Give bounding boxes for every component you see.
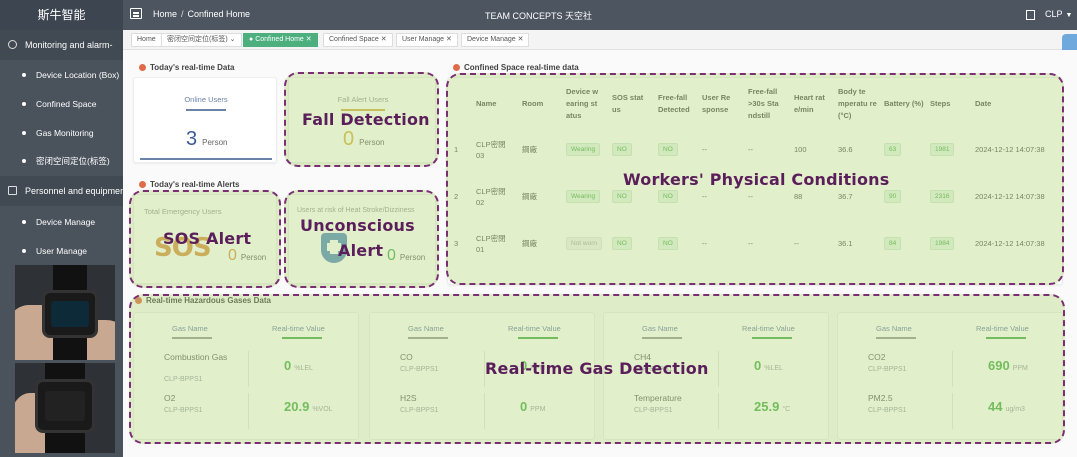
- tab-label: Device Manage: [467, 36, 516, 43]
- bullet-icon: [22, 220, 26, 224]
- tab-confined-space[interactable]: Confined Space ✕: [323, 33, 393, 47]
- document-icon[interactable]: [1026, 10, 1035, 20]
- sidebar-item-label: Confined Space: [36, 99, 97, 109]
- sidebar-group-label: Personnel and equipment: [25, 186, 123, 196]
- section-bullet-icon: [139, 64, 146, 71]
- annotation-workers-conditions: Workers' Physical Conditions: [623, 170, 890, 189]
- section-title-realtime-data: Today's real-time Data: [139, 63, 234, 72]
- sidebar-item-label: Device Manage: [36, 217, 96, 227]
- watch-photo-1: [15, 265, 115, 360]
- user-name: CLP: [1045, 9, 1063, 19]
- layers-icon: [8, 186, 17, 195]
- bullet-icon: [22, 131, 26, 135]
- online-users-card[interactable]: Online Users 3 Person: [133, 77, 277, 163]
- tab-device-manage[interactable]: Device Manage ✕: [461, 33, 530, 47]
- sidebar-item-confined-locating[interactable]: 密闭空间定位(标签): [0, 148, 123, 174]
- section-title-text: Today's real-time Data: [150, 63, 235, 72]
- section-title-text: Confined Space real-time data: [464, 63, 579, 72]
- watch-screen: [51, 301, 89, 327]
- close-icon[interactable]: ✕: [306, 36, 312, 43]
- watch-body: [35, 379, 95, 433]
- sidebar-item-label: Gas Monitoring: [36, 128, 94, 138]
- tab-label: User Manage: [402, 36, 445, 43]
- section-bullet-icon: [453, 64, 460, 71]
- section-bullet-icon: [139, 181, 146, 188]
- tabs-bar: Home 密闭空间定位(标签) ⌄ ● Confined Home ✕ Conf…: [123, 30, 1077, 50]
- online-users-label: Online Users: [184, 95, 228, 104]
- tab-home[interactable]: Home: [131, 33, 162, 47]
- bullet-icon: [22, 159, 26, 163]
- online-users-value: 3: [186, 128, 198, 150]
- sidebar-item-label: Device Location (Box): [36, 70, 120, 80]
- chevron-down-icon: ▼: [1065, 12, 1073, 19]
- sidebar-item-gas-monitoring[interactable]: Gas Monitoring: [0, 120, 123, 146]
- section-title-confined-table: Confined Space real-time data: [453, 63, 579, 72]
- sidebar-group-label: Monitoring and alarm-: [25, 40, 113, 50]
- annotation-fall-detection: Fall Detection: [302, 110, 430, 129]
- bullet-icon: [22, 102, 26, 106]
- tab-user-manage[interactable]: User Manage ✕: [396, 33, 458, 47]
- highlight-unconscious-alert: [284, 190, 439, 288]
- sidebar-item-device-manage[interactable]: Device Manage: [0, 209, 123, 235]
- sidebar-group-personnel[interactable]: Personnel and equipment: [0, 176, 123, 206]
- sidebar-item-confined-space[interactable]: Confined Space: [0, 91, 123, 117]
- app-root: 斯牛智能 Home / Confined Home TEAM CONCEPTS 天空…: [0, 0, 1077, 457]
- bullet-icon: [22, 249, 26, 253]
- section-title-alerts: Today's real-time Alerts: [139, 180, 240, 189]
- sidebar: Monitoring and alarm- Device Location (B…: [0, 30, 123, 457]
- sidebar-group-monitoring[interactable]: Monitoring and alarm-: [0, 30, 123, 60]
- shield-icon: [8, 40, 17, 49]
- sidebar-item-label: 密闭空间定位(标签): [36, 156, 110, 166]
- page-title: TEAM CONCEPTS 天空社: [484, 11, 592, 21]
- bullet-icon: [22, 73, 26, 77]
- annotation-unconscious-line2: Alert: [338, 241, 384, 260]
- online-users-unit: Person: [202, 138, 228, 147]
- annotation-sos-alert: SOS Alert: [163, 229, 252, 248]
- watch-photo-2: [15, 363, 115, 453]
- sidebar-item-label: User Manage: [36, 246, 88, 256]
- tab-label: Confined Space: [329, 36, 379, 43]
- tab-label: 密闭空间定位(标签): [167, 36, 228, 43]
- watch-body: [42, 290, 98, 338]
- tab-confined-home[interactable]: ● Confined Home ✕: [243, 33, 318, 47]
- user-menu[interactable]: CLP ▼: [1045, 9, 1072, 19]
- tab-label: Confined Home: [255, 36, 304, 43]
- close-icon[interactable]: ✕: [446, 36, 452, 43]
- top-bar: 斯牛智能 Home / Confined Home TEAM CONCEPTS 天空…: [0, 0, 1077, 30]
- close-icon[interactable]: ✕: [518, 36, 524, 43]
- tab-confined-locating[interactable]: 密闭空间定位(标签) ⌄: [161, 33, 242, 47]
- sidebar-item-user-manage[interactable]: User Manage: [0, 238, 123, 264]
- online-users-bottom-bar: [140, 158, 272, 160]
- annotation-unconscious-line1: Unconscious: [300, 216, 415, 235]
- sidebar-item-device-location[interactable]: Device Location (Box): [0, 62, 123, 88]
- annotation-gas-detection: Real-time Gas Detection: [485, 359, 709, 378]
- watch-screen: [45, 391, 85, 421]
- chevron-down-icon: ⌄: [229, 36, 236, 43]
- section-title-text: Today's real-time Alerts: [150, 180, 240, 189]
- close-icon[interactable]: ✕: [381, 36, 387, 43]
- online-users-value-group: 3 Person: [186, 128, 227, 151]
- online-users-underline: [186, 109, 226, 111]
